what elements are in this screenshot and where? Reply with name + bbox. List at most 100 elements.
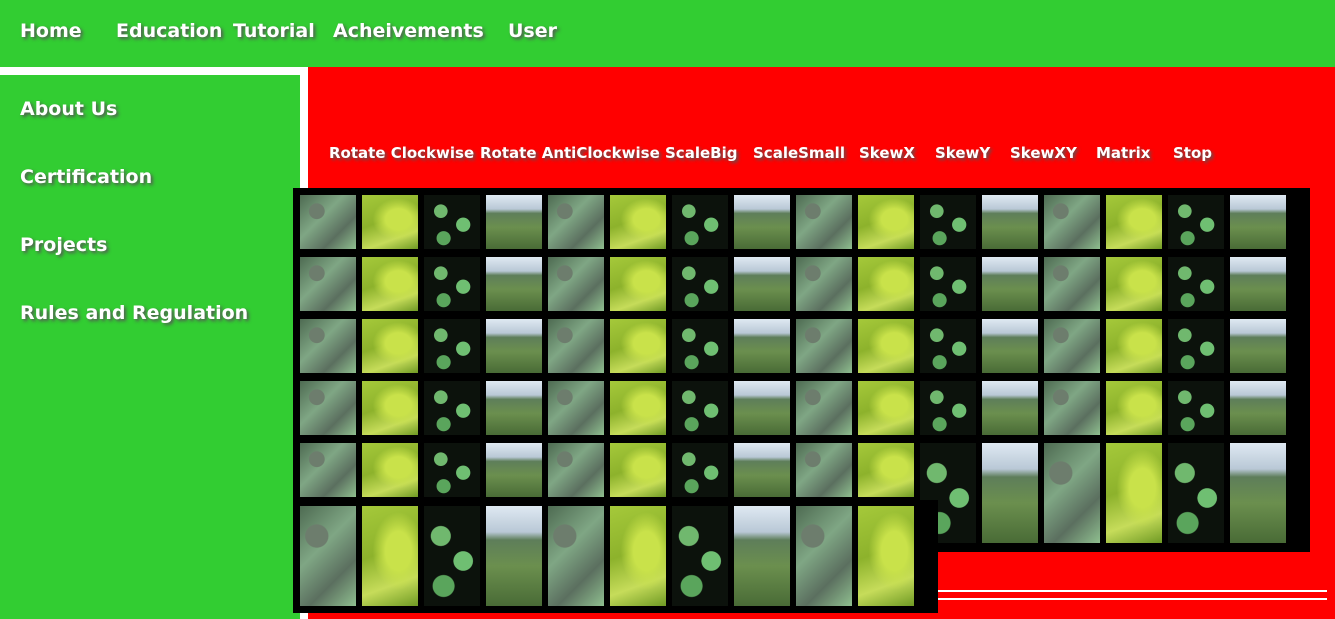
spider-web-leaf-image [300, 443, 356, 497]
green-leaf-closeup-image [1106, 319, 1162, 373]
dark-leaves-image [920, 381, 976, 435]
green-leaf-closeup-image [610, 257, 666, 311]
dark-leaves-image [672, 319, 728, 373]
sidebar-item-certification[interactable]: Certification [20, 166, 152, 188]
dark-leaves-image [424, 319, 480, 373]
sidebar-item-rules-and-regulation[interactable]: Rules and Regulation [20, 302, 248, 324]
rotate-anticlockwise-button[interactable]: Rotate AntiClockwise [480, 144, 660, 162]
dark-leaves-image [1168, 381, 1224, 435]
rotate-clockwise-button[interactable]: Rotate Clockwise [329, 144, 474, 162]
sidebar-item-projects[interactable]: Projects [20, 234, 107, 256]
hillside-landscape-image [486, 443, 542, 497]
green-leaf-closeup-image [362, 443, 418, 497]
spider-web-leaf-image [548, 443, 604, 497]
nav-achievements[interactable]: Acheivements [333, 20, 484, 42]
dark-leaves-image [424, 443, 480, 497]
spider-web-leaf-image [548, 195, 604, 249]
skew-x-button[interactable]: SkewX [859, 144, 915, 162]
green-leaf-closeup-image [610, 443, 666, 497]
hillside-landscape-image [734, 443, 790, 497]
green-leaf-closeup-image [1106, 257, 1162, 311]
nav-home[interactable]: Home [20, 20, 82, 42]
hillside-landscape-image [486, 319, 542, 373]
dark-leaves-image [920, 257, 976, 311]
hillside-landscape-image [1230, 319, 1286, 373]
dark-leaves-image [920, 319, 976, 373]
spider-web-leaf-image [1044, 195, 1100, 249]
hillside-landscape-image [486, 195, 542, 249]
green-leaf-closeup-image [858, 257, 914, 311]
hillside-landscape-image [982, 443, 1038, 543]
green-leaf-closeup-image [362, 506, 418, 606]
dark-leaves-image [672, 443, 728, 497]
green-leaf-closeup-image [858, 443, 914, 497]
spider-web-leaf-image [1044, 319, 1100, 373]
hillside-landscape-image [486, 381, 542, 435]
dark-leaves-image [920, 195, 976, 249]
nav-user[interactable]: User [508, 20, 557, 42]
green-leaf-closeup-image [362, 257, 418, 311]
spider-web-leaf-image [300, 381, 356, 435]
hillside-landscape-image [734, 506, 790, 606]
spider-web-leaf-image [796, 319, 852, 373]
green-leaf-closeup-image [610, 195, 666, 249]
green-leaf-closeup-image [610, 506, 666, 606]
green-leaf-closeup-image [858, 195, 914, 249]
hillside-landscape-image [1230, 257, 1286, 311]
dark-leaves-image [672, 257, 728, 311]
hillside-landscape-image [486, 257, 542, 311]
spider-web-leaf-image [548, 257, 604, 311]
nav-tutorial[interactable]: Tutorial [233, 20, 315, 42]
hillside-landscape-image [982, 381, 1038, 435]
hillside-landscape-image [486, 506, 542, 606]
dark-leaves-image [672, 195, 728, 249]
spider-web-leaf-image [796, 195, 852, 249]
green-leaf-closeup-image [858, 381, 914, 435]
spider-web-leaf-image [548, 506, 604, 606]
scale-small-button[interactable]: ScaleSmall [753, 144, 845, 162]
hillside-landscape-image [982, 257, 1038, 311]
green-leaf-closeup-image [610, 381, 666, 435]
spider-web-leaf-image [300, 506, 356, 606]
dark-leaves-image [424, 506, 480, 606]
skew-y-button[interactable]: SkewY [935, 144, 990, 162]
dark-leaves-image [1168, 257, 1224, 311]
green-leaf-closeup-image [1106, 195, 1162, 249]
hillside-landscape-image [982, 319, 1038, 373]
stop-button[interactable]: Stop [1173, 144, 1212, 162]
nav-education[interactable]: Education [116, 20, 222, 42]
spider-web-leaf-image [548, 381, 604, 435]
scale-big-button[interactable]: ScaleBig [665, 144, 737, 162]
spider-web-leaf-image [796, 443, 852, 497]
dark-leaves-image [424, 195, 480, 249]
spider-web-leaf-image [1044, 381, 1100, 435]
dark-leaves-image [1168, 319, 1224, 373]
hillside-landscape-image [1230, 381, 1286, 435]
hillside-landscape-image [734, 195, 790, 249]
sidebar-item-about-us[interactable]: About Us [20, 98, 117, 120]
green-leaf-closeup-image [1106, 381, 1162, 435]
dark-leaves-image [672, 381, 728, 435]
spider-web-leaf-image [548, 319, 604, 373]
green-leaf-closeup-image [362, 381, 418, 435]
green-leaf-closeup-image [1106, 443, 1162, 543]
spider-web-leaf-image [1044, 257, 1100, 311]
spider-web-leaf-image [1044, 443, 1100, 543]
dark-leaves-image [1168, 443, 1224, 543]
green-leaf-closeup-image [362, 195, 418, 249]
dark-leaves-image [672, 506, 728, 606]
green-leaf-closeup-image [858, 506, 914, 606]
spider-web-leaf-image [300, 319, 356, 373]
dark-leaves-image [1168, 195, 1224, 249]
image-grid-front [293, 500, 938, 613]
skew-xy-button[interactable]: SkewXY [1010, 144, 1077, 162]
spider-web-leaf-image [796, 257, 852, 311]
matrix-button[interactable]: Matrix [1096, 144, 1150, 162]
sidebar: About Us Certification Projects Rules an… [0, 75, 300, 619]
spider-web-leaf-image [796, 506, 852, 606]
green-leaf-closeup-image [610, 319, 666, 373]
top-nav-bar: Home Education Tutorial Acheivements Use… [0, 0, 1335, 67]
hillside-landscape-image [734, 381, 790, 435]
spider-web-leaf-image [300, 195, 356, 249]
hillside-landscape-image [1230, 443, 1286, 543]
